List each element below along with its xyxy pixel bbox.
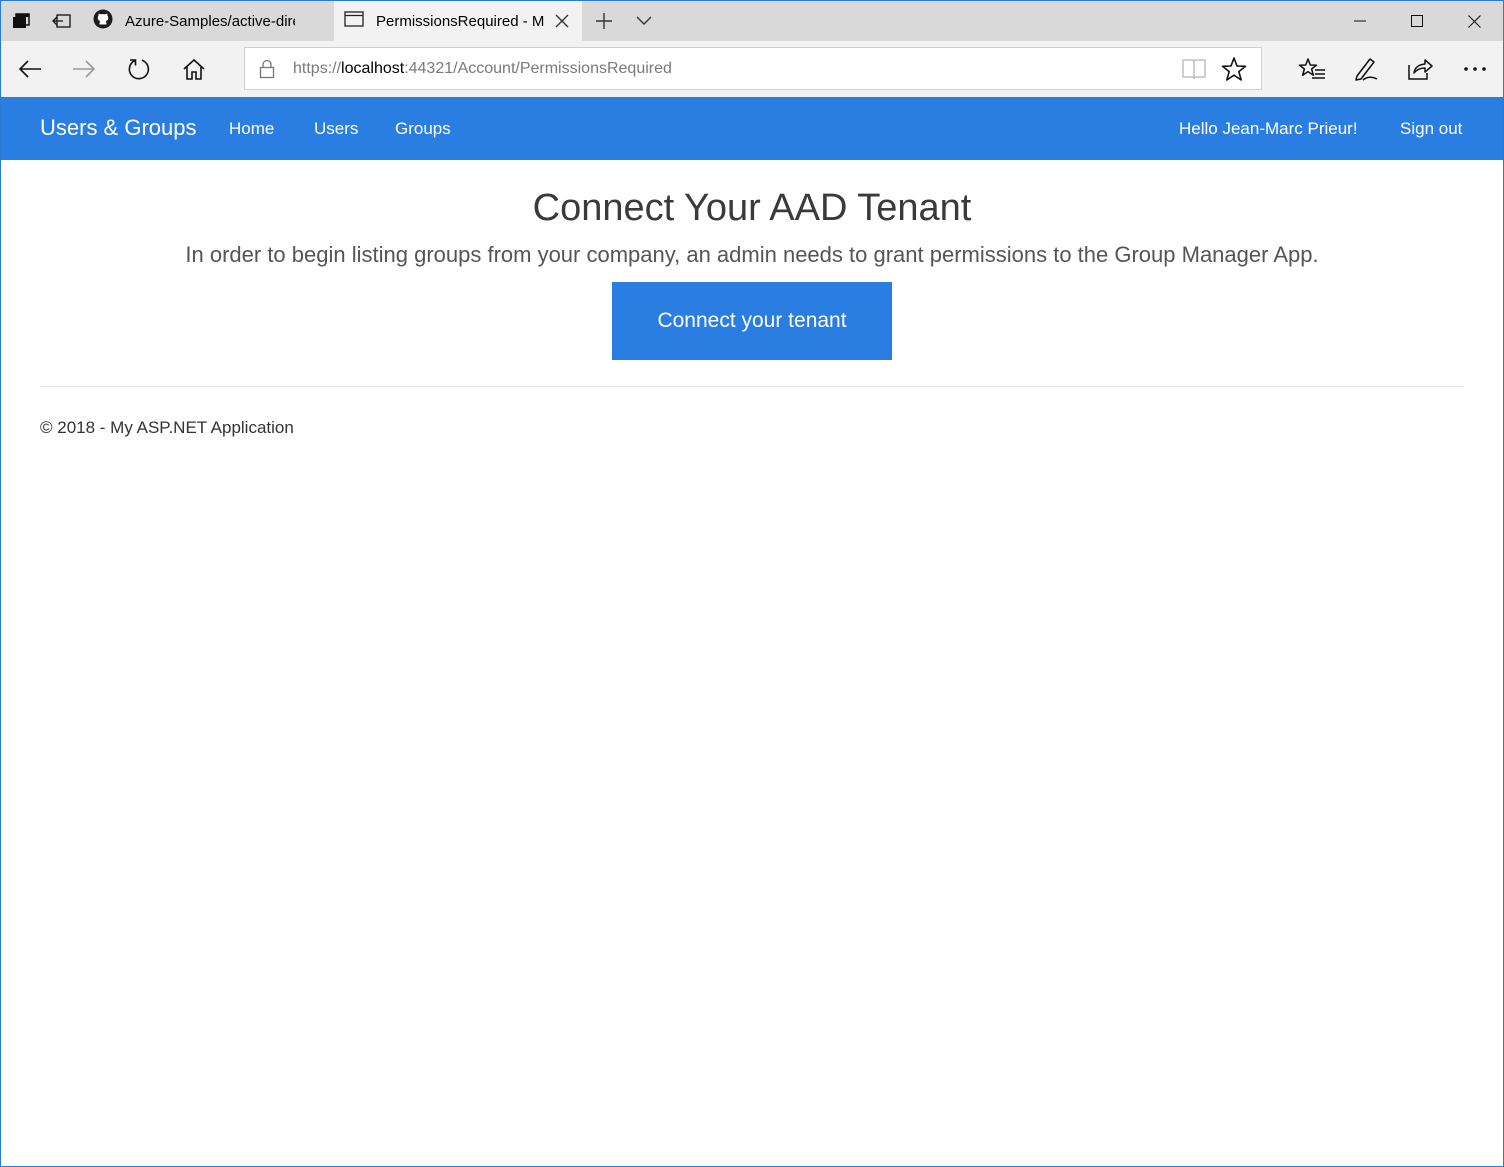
tab-permissions-required[interactable]: PermissionsRequired - M	[334, 1, 582, 41]
tab-label: Azure-Samples/active-direc	[125, 12, 295, 30]
connect-tenant-button[interactable]: Connect your tenant	[612, 282, 892, 360]
address-bar[interactable]: https://localhost:44321/Account/Permissi…	[244, 47, 1262, 90]
github-icon	[93, 9, 113, 33]
refresh-icon[interactable]	[112, 41, 166, 97]
url-scheme: https://	[293, 60, 342, 77]
more-ellipsis-icon[interactable]	[1448, 41, 1502, 97]
url-text[interactable]: https://localhost:44321/Account/Permissi…	[293, 60, 672, 78]
footer-divider	[40, 386, 1464, 387]
site-navbar: Users & Groups Home Users Groups Hello J…	[1, 97, 1503, 160]
sign-out-link[interactable]: Sign out	[1400, 119, 1462, 139]
tab-preview-chevron-down-icon[interactable]	[624, 1, 664, 41]
nav-link-users[interactable]: Users	[314, 119, 358, 139]
url-path: :44321/Account/PermissionsRequired	[404, 60, 672, 77]
browser-window: Azure-Samples/active-direc PermissionsRe…	[0, 0, 1504, 1167]
url-host: localhost	[341, 60, 405, 77]
web-note-pen-icon[interactable]	[1339, 41, 1393, 97]
tab-label: PermissionsRequired - M	[376, 12, 545, 30]
favorites-hub-icon[interactable]	[1285, 41, 1339, 97]
back-arrow-icon[interactable]	[3, 41, 57, 97]
nav-link-groups[interactable]: Groups	[395, 119, 451, 139]
lead-text: In order to begin listing groups from yo…	[185, 242, 1319, 267]
tab-strip: Azure-Samples/active-direc PermissionsRe…	[1, 1, 1503, 41]
minimize-icon[interactable]	[1332, 1, 1388, 41]
lock-icon[interactable]	[259, 59, 275, 84]
nav-link-home[interactable]: Home	[229, 119, 274, 139]
close-tab-icon[interactable]	[552, 11, 572, 31]
page-title: Connect Your AAD Tenant	[532, 187, 972, 229]
browser-toolbar: https://localhost:44321/Account/Permissi…	[1, 41, 1503, 97]
user-greeting-link[interactable]: Hello Jean-Marc Prieur!	[1179, 119, 1358, 139]
forward-arrow-icon[interactable]	[57, 41, 111, 97]
home-icon[interactable]	[167, 41, 221, 97]
page-icon	[344, 11, 364, 31]
tab-github[interactable]: Azure-Samples/active-direc	[83, 1, 333, 41]
brand-link[interactable]: Users & Groups	[40, 115, 197, 141]
new-tab-icon[interactable]	[584, 1, 624, 41]
tab-manager-icon[interactable]	[1, 1, 41, 41]
favorite-star-icon[interactable]	[1221, 56, 1247, 87]
footer-copyright: © 2018 - My ASP.NET Application	[40, 418, 294, 437]
maximize-icon[interactable]	[1389, 1, 1445, 41]
close-window-icon[interactable]	[1446, 1, 1502, 41]
set-tabs-aside-icon[interactable]	[42, 1, 82, 41]
reading-view-icon[interactable]	[1181, 57, 1207, 86]
share-icon[interactable]	[1393, 41, 1447, 97]
